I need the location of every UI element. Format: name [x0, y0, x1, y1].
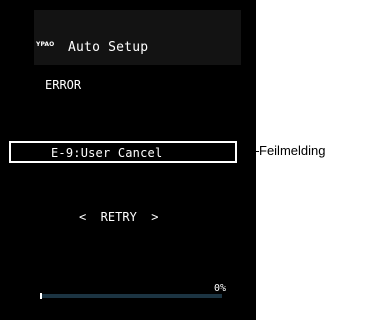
- retry-selector[interactable]: < RETRY >: [79, 210, 158, 224]
- progress-fill: [40, 293, 42, 299]
- header-band: [34, 10, 241, 65]
- callout-label: Feilmelding: [259, 143, 326, 158]
- screen-title: Auto Setup: [68, 40, 149, 55]
- callout-line: [237, 151, 259, 152]
- error-message: E-9:User Cancel: [51, 146, 163, 160]
- ypao-logo: YPAO: [36, 41, 55, 48]
- status-text: ERROR: [45, 78, 82, 92]
- display-screen: YPAO Auto Setup ERROR E-9:User Cancel < …: [0, 0, 256, 320]
- progress-bar: [40, 293, 222, 299]
- progress-percent: 0%: [214, 283, 227, 294]
